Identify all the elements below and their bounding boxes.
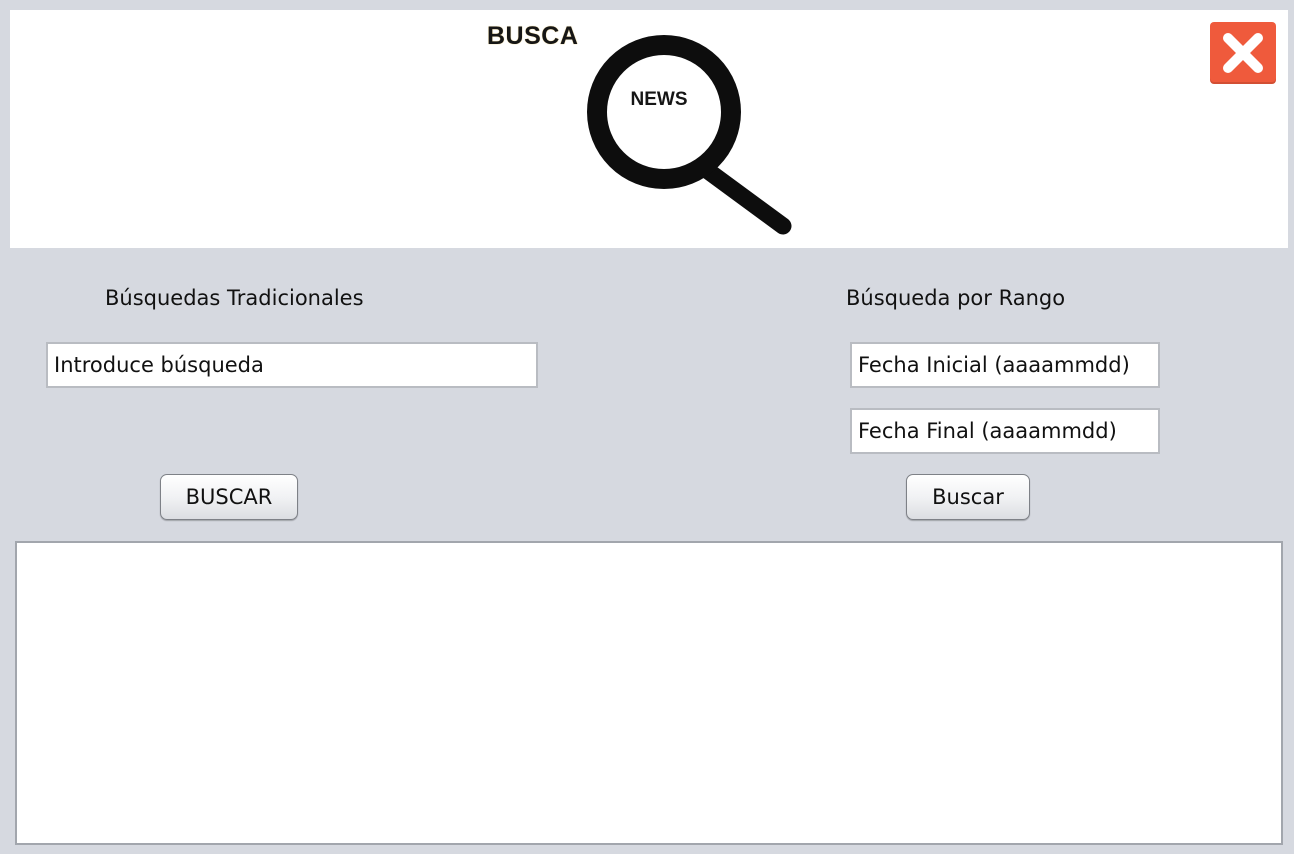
start-date-input[interactable] <box>850 342 1160 388</box>
buscar-button[interactable]: BUSCAR <box>160 474 298 520</box>
results-area[interactable] <box>15 541 1283 845</box>
close-button[interactable] <box>1210 22 1276 84</box>
search-query-input[interactable] <box>46 342 538 388</box>
range-search-button[interactable]: Buscar <box>906 474 1030 520</box>
magnifier-icon: NEWS <box>587 35 792 235</box>
end-date-input[interactable] <box>850 408 1160 454</box>
traditional-search-title: Búsquedas Tradicionales <box>105 286 364 310</box>
logo-badge: NEWS <box>631 89 688 110</box>
logo-text: BUSCA <box>487 22 579 50</box>
range-search-title: Búsqueda por Rango <box>846 286 1066 310</box>
header-banner: BUSCA NEWS <box>10 10 1288 248</box>
close-icon <box>1223 33 1263 73</box>
